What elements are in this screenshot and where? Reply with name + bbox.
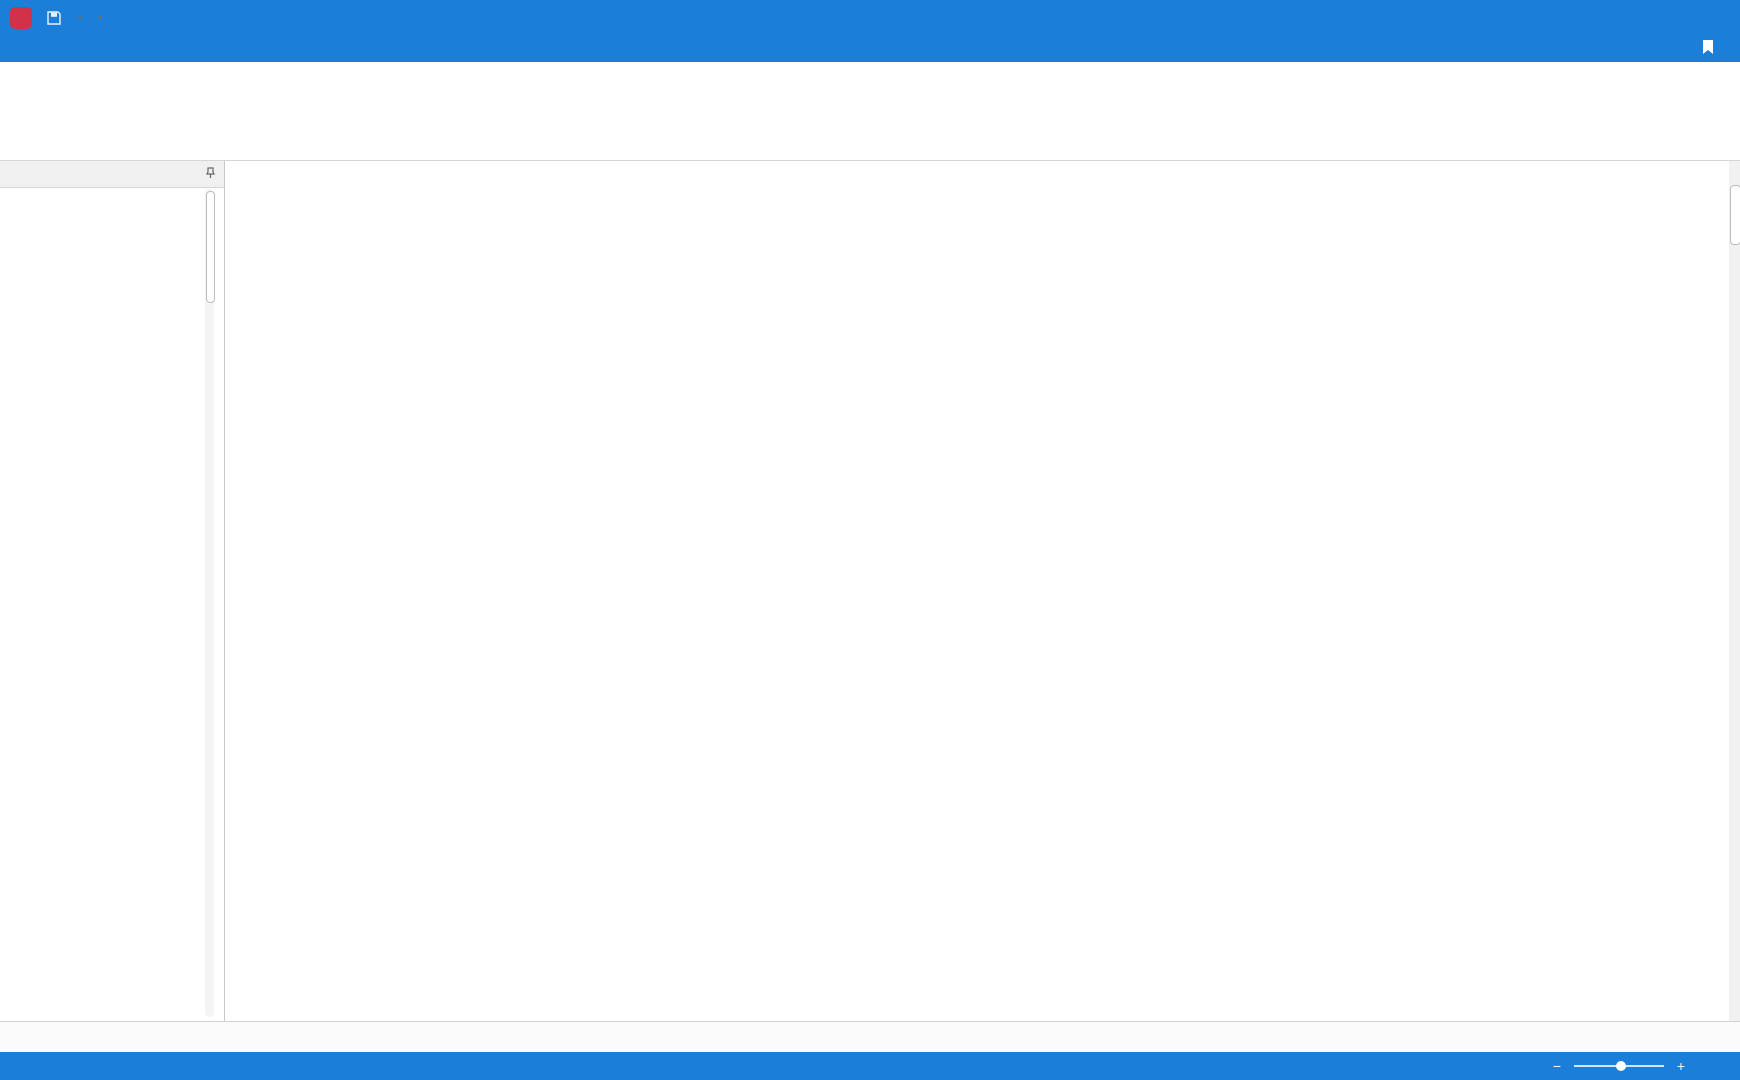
status-bar: − +	[0, 1052, 1740, 1080]
ribbon	[0, 62, 1740, 161]
close-button[interactable]	[1694, 0, 1740, 36]
zoom-controls: − +	[1550, 1058, 1732, 1074]
zoom-in-button[interactable]: +	[1674, 1058, 1688, 1074]
grid-area	[225, 161, 1740, 1021]
minimize-button[interactable]	[1602, 0, 1648, 36]
pin-icon[interactable]	[205, 167, 216, 182]
zoom-out-button[interactable]: −	[1550, 1058, 1564, 1074]
save-icon[interactable]	[46, 10, 62, 26]
application-window: ▾ ▾	[0, 0, 1740, 1080]
sheet-tabs	[0, 1021, 1740, 1052]
sidebar-scrollbar[interactable]	[205, 189, 214, 1017]
zoom-slider-thumb[interactable]	[1616, 1061, 1626, 1071]
ribbon-tab-strip	[0, 36, 1740, 62]
sidebar-scrollbar-thumb[interactable]	[206, 191, 215, 303]
title-bar: ▾ ▾	[0, 0, 1740, 36]
sidebar-header	[0, 161, 224, 188]
zoom-slider[interactable]	[1574, 1065, 1664, 1067]
table-scrollbar-thumb[interactable]	[1730, 185, 1740, 245]
table-scrollbar[interactable]	[1729, 161, 1740, 1021]
bill-element-tree	[0, 188, 224, 1021]
app-logo-icon[interactable]	[10, 7, 32, 29]
redo-icon[interactable]: ▾	[96, 14, 102, 22]
quick-access-toolbar: ▾ ▾	[0, 7, 116, 29]
undo-icon[interactable]: ▾	[76, 14, 82, 22]
bookmark-icon[interactable]	[1702, 40, 1714, 58]
sidebar	[0, 161, 225, 1021]
maximize-button[interactable]	[1648, 0, 1694, 36]
window-controls	[1602, 0, 1740, 36]
main-area	[0, 161, 1740, 1021]
